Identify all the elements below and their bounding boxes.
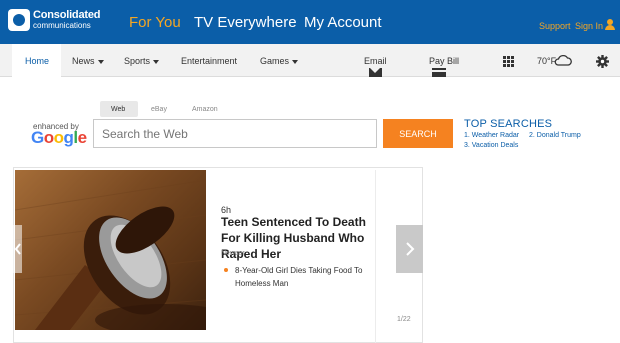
nav-news[interactable]: News	[72, 56, 104, 66]
search-tab-web-label: Web	[111, 106, 126, 113]
gavel-image	[15, 179, 206, 330]
sign-in-link[interactable]: Sign In	[575, 21, 603, 31]
story-headline[interactable]: Teen Sentenced To Death For Killing Husb…	[221, 214, 381, 262]
credit-card-icon[interactable]	[432, 68, 446, 77]
google-letter: e	[77, 128, 87, 147]
story-image[interactable]	[15, 170, 206, 330]
mail-icon[interactable]	[369, 68, 382, 77]
chevron-down-icon	[153, 59, 160, 64]
google-letter: o	[43, 128, 54, 147]
top-search-item[interactable]: 3. Vacation Deals	[464, 142, 518, 149]
nav-for-you[interactable]: For You	[129, 14, 181, 31]
tab-home-label: Home	[25, 56, 50, 66]
search-tab-amazon[interactable]: Amazon	[192, 106, 218, 113]
chevron-down-icon	[97, 59, 104, 64]
top-bar: Consolidated communications For You TV E…	[0, 0, 620, 44]
carousel-pager: 1/22	[397, 316, 411, 323]
chevron-left-icon	[14, 243, 21, 255]
top-search-item[interactable]: 1. Weather Radar	[464, 132, 519, 139]
logo-mark-icon	[8, 9, 30, 31]
chevron-right-icon	[406, 242, 415, 256]
support-link[interactable]: Support	[539, 21, 571, 31]
apps-grid-icon[interactable]	[503, 56, 514, 67]
nav-entertainment[interactable]: Entertainment	[181, 56, 237, 66]
google-letter: o	[53, 128, 64, 147]
google-letter: G	[31, 128, 44, 147]
search-tab-web[interactable]: Web	[100, 101, 138, 117]
related-story-link[interactable]: 8-Year-Old Girl Dies Taking Food To Home…	[235, 264, 375, 290]
search-button[interactable]: SEARCH	[383, 119, 453, 148]
story-source: Newser	[221, 250, 245, 257]
search-tab-ebay[interactable]: eBay	[151, 106, 167, 113]
pay-bill-link[interactable]: Pay Bill	[429, 56, 459, 66]
secondary-nav: Home News Sports Entertainment Games Ema…	[0, 44, 620, 77]
search-input[interactable]	[93, 119, 377, 148]
logo-line2: communications	[33, 21, 91, 30]
google-logo: Google	[31, 128, 87, 148]
logo-line1: Consolidated	[33, 9, 101, 21]
cloud-icon[interactable]	[554, 53, 572, 67]
nav-news-label: News	[72, 56, 95, 66]
user-icon[interactable]	[605, 19, 615, 31]
nav-tv-everywhere[interactable]: TV Everywhere	[194, 14, 297, 31]
bullet-icon	[224, 268, 228, 272]
nav-sports-label: Sports	[124, 56, 151, 66]
consolidated-logo[interactable]: Consolidated communications	[8, 9, 116, 36]
chevron-down-icon	[292, 59, 299, 64]
top-search-item[interactable]: 2. Donald Trump	[529, 132, 581, 139]
nav-games-label: Games	[260, 56, 290, 66]
email-link[interactable]: Email	[364, 56, 387, 66]
nav-sports[interactable]: Sports	[124, 56, 160, 66]
top-searches-title: TOP SEARCHES	[464, 118, 553, 130]
google-letter: g	[63, 128, 74, 147]
carousel-next-button[interactable]	[396, 225, 423, 273]
nav-my-account[interactable]: My Account	[304, 14, 382, 31]
tab-home[interactable]: Home	[12, 44, 61, 77]
nav-games[interactable]: Games	[260, 56, 299, 66]
carousel-prev-button[interactable]	[13, 225, 22, 273]
gear-icon[interactable]	[596, 55, 609, 68]
